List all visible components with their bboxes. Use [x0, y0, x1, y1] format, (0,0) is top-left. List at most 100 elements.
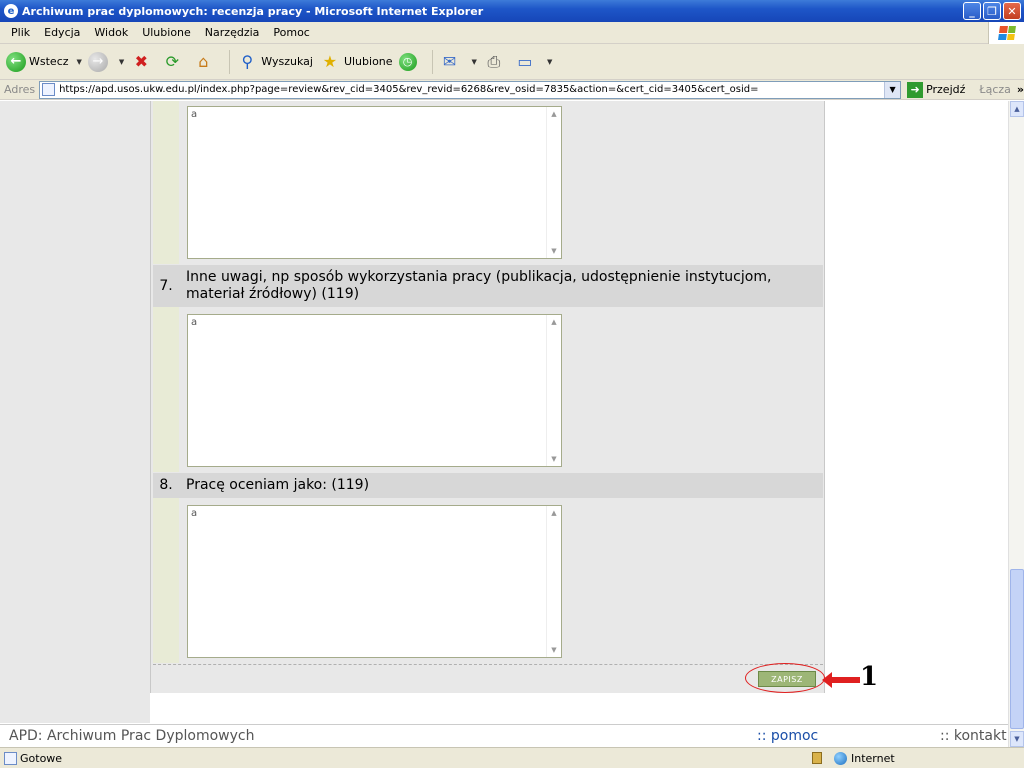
page-scrollbar[interactable]: ▲ ▼	[1008, 101, 1024, 747]
star-icon: ★	[322, 52, 338, 71]
mail-dropdown-icon[interactable]: ▼	[472, 58, 477, 66]
answer-value: a	[191, 317, 198, 328]
menu-narzedzia[interactable]: Narzędzia	[198, 24, 267, 41]
annotation-arrow-icon	[822, 672, 860, 688]
scrollbar-thumb[interactable]	[1010, 569, 1024, 729]
history-icon: ◷	[398, 52, 417, 71]
search-button[interactable]: ⚲ Wyszukaj	[236, 51, 313, 73]
address-input[interactable]: https://apd.usos.ukw.edu.pl/index.php?pa…	[39, 80, 902, 99]
go-button[interactable]: ➜ Przejdź	[907, 81, 966, 98]
printer-icon: ⎙	[487, 51, 501, 71]
back-button[interactable]: ← Wstecz	[6, 51, 69, 72]
textarea-scrollbar[interactable]: ▲ ▼	[546, 315, 561, 466]
window-controls: _ ❐ ✕	[963, 2, 1021, 20]
page-icon	[42, 83, 56, 96]
address-bar: Adres https://apd.usos.ukw.edu.pl/index.…	[0, 80, 1024, 100]
contact-link[interactable]: :: kontakt	[940, 728, 1007, 744]
zone-label: Internet	[851, 751, 895, 765]
answer-textarea-8[interactable]: a ▲ ▼	[187, 505, 562, 658]
go-label: Przejdź	[926, 83, 966, 96]
lock-icon[interactable]	[812, 752, 822, 764]
search-icon: ⚲	[241, 52, 254, 71]
home-icon: ⌂	[198, 52, 209, 71]
menu-pomoc[interactable]: Pomoc	[266, 24, 316, 41]
help-link[interactable]: :: pomoc	[757, 728, 818, 744]
number-column	[153, 307, 179, 472]
back-arrow-icon: ←	[6, 51, 26, 72]
address-url: https://apd.usos.ukw.edu.pl/index.php?pa…	[59, 84, 759, 95]
status-cells: Internet	[812, 750, 895, 766]
window-title: Archiwum prac dyplomowych: recenzja prac…	[22, 4, 484, 18]
edit-dropdown-icon[interactable]: ▼	[547, 58, 552, 66]
refresh-button[interactable]: ⟳	[161, 51, 186, 73]
form-actions	[151, 665, 824, 693]
scroll-down-icon[interactable]: ▼	[1010, 731, 1024, 747]
forward-arrow-icon: →	[87, 51, 108, 72]
menu-edycja[interactable]: Edycja	[37, 24, 87, 41]
menu-plik[interactable]: Plik	[4, 24, 37, 41]
windows-logo-icon	[988, 22, 1024, 44]
ie-icon: e	[4, 4, 18, 18]
footer-brand: APD: Archiwum Prac Dyplomowych	[9, 728, 255, 744]
page-footer: APD: Archiwum Prac Dyplomowych :: pomoc …	[0, 724, 1008, 747]
edit-button[interactable]: ▭	[514, 51, 539, 73]
page-viewport: a ▲ ▼ 7. Inne uwagi, np sposób wykorzyst…	[0, 101, 1008, 747]
question-number: 8.	[159, 477, 173, 493]
title-bar: e Archiwum prac dyplomowych: recenzja pr…	[0, 0, 1024, 22]
toolbar-separator	[431, 49, 433, 74]
minimize-button[interactable]: _	[963, 2, 981, 20]
print-button[interactable]: ⎙	[483, 51, 508, 73]
scroll-up-icon[interactable]: ▲	[547, 506, 561, 520]
stop-button[interactable]: ✖	[130, 51, 155, 73]
scroll-down-icon[interactable]: ▼	[547, 643, 561, 657]
number-column	[153, 101, 179, 264]
left-margin	[0, 101, 150, 723]
toolbar-chevron-icon[interactable]: »	[1017, 83, 1024, 96]
page-status-icon	[4, 751, 17, 765]
search-label: Wyszukaj	[261, 55, 313, 68]
scroll-up-icon[interactable]: ▲	[1010, 101, 1024, 117]
answer-value: a	[191, 508, 198, 519]
restore-button[interactable]: ❐	[983, 2, 1001, 20]
toolbar: ← Wstecz ▼ → ▼ ✖ ⟳ ⌂ ⚲ Wyszukaj ★ Ulubio…	[0, 44, 1024, 80]
answer-value: a	[191, 109, 198, 120]
go-arrow-icon: ➜	[907, 81, 924, 98]
close-button[interactable]: ✕	[1003, 2, 1021, 20]
forward-dropdown-icon[interactable]: ▼	[119, 58, 124, 66]
favorites-button[interactable]: ★ Ulubione	[319, 51, 393, 73]
history-button[interactable]: ◷	[398, 52, 420, 71]
save-button[interactable]: ZAPISZ	[758, 671, 816, 687]
annotation-number: 1	[860, 662, 879, 692]
mail-icon: ✉	[442, 52, 457, 71]
menu-widok[interactable]: Widok	[87, 24, 135, 41]
refresh-icon: ⟳	[165, 52, 179, 71]
scroll-up-icon[interactable]: ▲	[547, 107, 561, 121]
favorites-label: Ulubione	[343, 55, 393, 68]
question-number: 7.	[159, 278, 173, 294]
textarea-scrollbar[interactable]: ▲ ▼	[546, 107, 561, 258]
scroll-up-icon[interactable]: ▲	[547, 315, 561, 329]
answer-textarea-7[interactable]: a ▲ ▼	[187, 314, 562, 467]
home-button[interactable]: ⌂	[192, 51, 217, 73]
status-text: Gotowe	[20, 751, 63, 765]
internet-zone-icon	[834, 751, 847, 765]
question-text: Pracę oceniam jako: (119)	[186, 477, 370, 493]
back-label: Wstecz	[29, 55, 69, 68]
status-bar: Gotowe Internet	[0, 747, 1024, 768]
scroll-down-icon[interactable]: ▼	[547, 452, 561, 466]
answer-textarea-6[interactable]: a ▲ ▼	[187, 106, 562, 259]
question-row-8: 8. Pracę oceniam jako: (119)	[153, 473, 823, 498]
address-dropdown-icon[interactable]: ▼	[884, 81, 901, 98]
number-column	[153, 498, 179, 663]
scroll-down-icon[interactable]: ▼	[547, 244, 561, 258]
toolbar-separator	[229, 49, 231, 74]
mail-button[interactable]: ✉	[439, 51, 464, 73]
question-row-7: 7. Inne uwagi, np sposób wykorzystania p…	[153, 265, 823, 307]
forward-button[interactable]: →	[87, 51, 111, 72]
links-label[interactable]: Łącza	[979, 83, 1011, 96]
textarea-scrollbar[interactable]: ▲ ▼	[546, 506, 561, 657]
menu-ulubione[interactable]: Ulubione	[135, 24, 198, 41]
back-dropdown-icon[interactable]: ▼	[77, 58, 82, 66]
edit-page-icon: ▭	[517, 52, 533, 71]
question-text: Inne uwagi, np sposób wykorzystania prac…	[186, 269, 772, 302]
